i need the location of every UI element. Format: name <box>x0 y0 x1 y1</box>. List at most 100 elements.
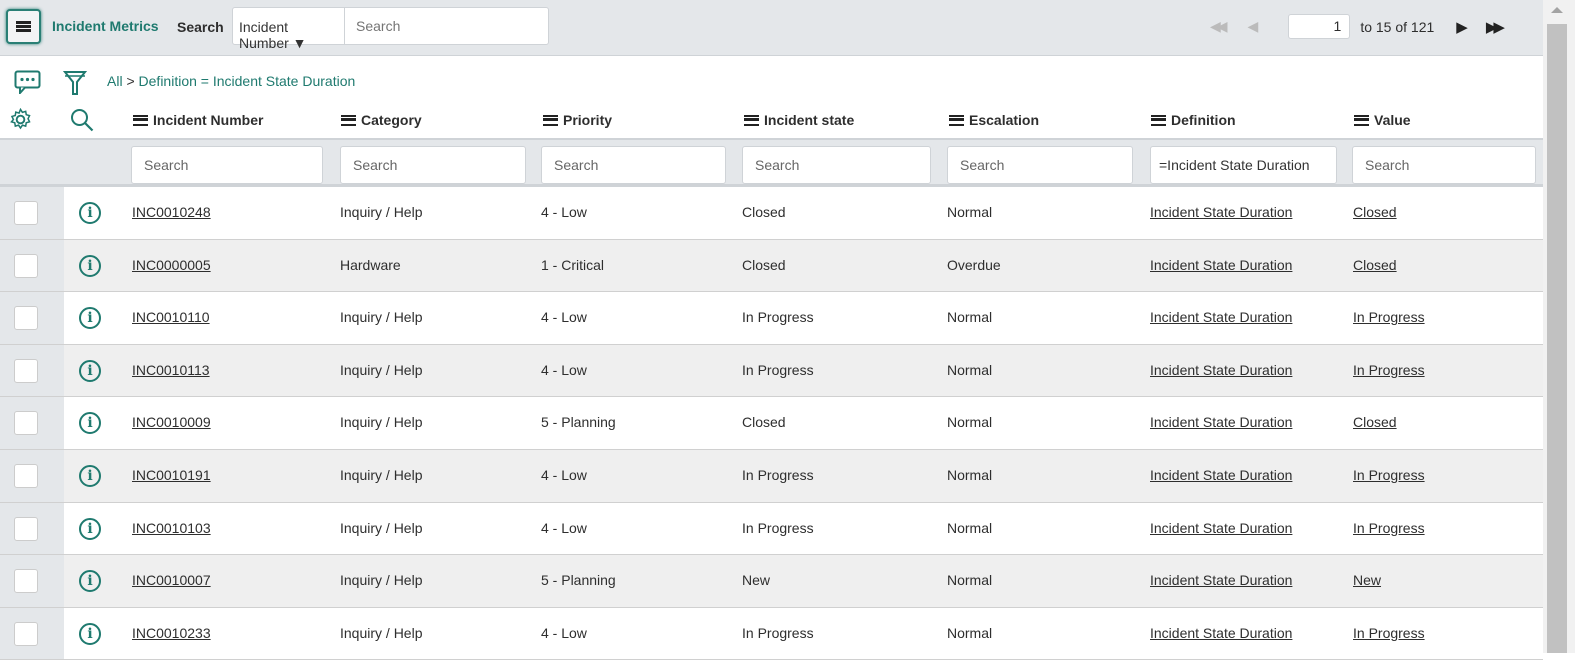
cell-value[interactable]: In Progress <box>1353 467 1425 483</box>
scroll-up-icon[interactable] <box>1551 7 1563 13</box>
cell-incident-number[interactable]: INC0010110 <box>132 309 210 325</box>
search-input[interactable] <box>345 8 548 44</box>
row-checkbox[interactable] <box>14 201 38 225</box>
cell-escalation: Normal <box>947 361 993 378</box>
info-icon[interactable]: i <box>79 254 101 277</box>
column-menu-icon[interactable] <box>1354 114 1369 126</box>
search-field-select[interactable]: Incident Number ▼ <box>233 8 345 51</box>
cell-priority: 4 - Low <box>541 204 587 220</box>
cell-priority: 4 - Low <box>541 624 587 641</box>
column-menu-icon[interactable] <box>949 114 964 126</box>
cell-category: Inquiry / Help <box>340 624 423 641</box>
scrollbar-thumb[interactable] <box>1547 24 1567 653</box>
cell-definition[interactable]: Incident State Duration <box>1150 257 1292 273</box>
breadcrumb-all[interactable]: All <box>107 73 123 89</box>
column-header-incident-number[interactable]: Incident Number <box>133 112 263 128</box>
search-category[interactable] <box>340 146 526 184</box>
row-checkbox[interactable] <box>14 253 38 278</box>
list-title[interactable]: Incident Metrics <box>52 18 159 34</box>
caret-down-icon: ▼ <box>288 35 307 51</box>
column-menu-icon[interactable] <box>543 114 558 126</box>
cell-incident-state: In Progress <box>742 361 814 378</box>
cell-incident-state: Closed <box>742 204 786 220</box>
row-checkbox[interactable] <box>14 306 38 331</box>
column-header-category[interactable]: Category <box>341 112 422 128</box>
activity-stream-icon[interactable] <box>14 70 41 94</box>
search-escalation[interactable] <box>947 146 1133 184</box>
column-header-definition[interactable]: Definition <box>1151 112 1236 128</box>
cell-incident-state: In Progress <box>742 519 814 536</box>
table-row: i INC0010191 Inquiry / Help 4 - Low In Progr… <box>0 449 1543 503</box>
filter-icon[interactable] <box>63 70 87 96</box>
info-icon[interactable]: i <box>79 412 101 435</box>
info-icon[interactable]: i <box>79 202 101 224</box>
info-icon[interactable]: i <box>79 517 101 540</box>
column-header-value[interactable]: Value <box>1354 112 1411 128</box>
info-icon[interactable]: i <box>79 307 101 330</box>
row-checkbox[interactable] <box>14 358 38 383</box>
cell-value[interactable]: In Progress <box>1353 309 1425 325</box>
cell-definition[interactable]: Incident State Duration <box>1150 414 1292 430</box>
list-menu-button[interactable] <box>6 9 41 44</box>
table-row: i INC0010110 Inquiry / Help 4 - Low In Progr… <box>0 292 1543 345</box>
prev-page-button[interactable]: ◀ <box>1248 18 1259 35</box>
column-menu-icon[interactable] <box>1151 114 1166 126</box>
cell-definition[interactable]: Incident State Duration <box>1150 520 1292 536</box>
info-icon[interactable]: i <box>79 464 101 487</box>
cell-incident-number[interactable]: INC0010103 <box>132 520 211 536</box>
cell-value[interactable]: New <box>1353 572 1381 588</box>
cell-incident-state: New <box>742 572 771 589</box>
cell-incident-number[interactable]: INC0010113 <box>132 362 210 378</box>
gear-icon[interactable] <box>9 108 32 131</box>
cell-value[interactable]: Closed <box>1353 257 1397 273</box>
column-menu-icon[interactable] <box>744 114 759 126</box>
info-icon[interactable]: i <box>79 570 101 593</box>
row-checkbox[interactable] <box>14 621 38 646</box>
cell-priority: 1 - Critical <box>541 256 605 273</box>
cell-incident-number[interactable]: INC0000005 <box>132 257 211 273</box>
row-checkbox[interactable] <box>14 463 38 488</box>
search-incident-number[interactable] <box>131 146 323 184</box>
cell-incident-state: In Progress <box>742 466 814 483</box>
cell-definition[interactable]: Incident State Duration <box>1150 467 1292 483</box>
cell-definition[interactable]: Incident State Duration <box>1150 309 1292 325</box>
cell-definition[interactable]: Incident State Duration <box>1150 625 1292 641</box>
info-icon[interactable]: i <box>79 359 101 382</box>
cell-value[interactable]: Closed <box>1353 414 1397 430</box>
cell-value[interactable]: In Progress <box>1353 625 1425 641</box>
search-value[interactable] <box>1352 146 1536 184</box>
breadcrumb-filter[interactable]: Definition = Incident State Duration <box>139 73 356 89</box>
cell-incident-number[interactable]: INC0010009 <box>132 414 211 430</box>
column-label: Incident state <box>764 112 855 128</box>
column-header-priority[interactable]: Priority <box>543 112 612 128</box>
search-definition[interactable] <box>1150 146 1337 184</box>
last-page-button[interactable]: ▶▶ <box>1486 18 1505 36</box>
page-input[interactable]: 1 <box>1288 14 1351 39</box>
cell-definition[interactable]: Incident State Duration <box>1150 362 1292 378</box>
cell-incident-number[interactable]: INC0010191 <box>132 467 211 483</box>
column-header-escalation[interactable]: Escalation <box>949 112 1039 128</box>
first-page-button[interactable]: ◀◀ <box>1210 18 1227 35</box>
search-icon[interactable] <box>70 108 94 132</box>
cell-definition[interactable]: Incident State Duration <box>1150 572 1292 588</box>
row-checkbox[interactable] <box>14 516 38 541</box>
search-priority[interactable] <box>541 146 726 184</box>
search-incident-state[interactable] <box>742 146 931 184</box>
column-header-incident-state[interactable]: Incident state <box>744 112 854 128</box>
column-menu-icon[interactable] <box>341 114 356 126</box>
row-checkbox[interactable] <box>14 411 38 436</box>
cell-definition[interactable]: Incident State Duration <box>1150 204 1292 220</box>
column-label: Incident Number <box>153 112 264 128</box>
info-icon[interactable]: i <box>79 622 101 645</box>
cell-incident-number[interactable]: INC0010248 <box>132 204 211 220</box>
search-field-value: Incident Number <box>239 19 289 51</box>
cell-value[interactable]: In Progress <box>1353 520 1425 536</box>
cell-value[interactable]: Closed <box>1353 204 1397 220</box>
column-menu-icon[interactable] <box>133 114 148 126</box>
next-page-button[interactable]: ▶ <box>1456 18 1467 36</box>
checkbox-cell <box>0 397 64 449</box>
cell-incident-number[interactable]: INC0010007 <box>132 572 211 588</box>
cell-incident-number[interactable]: INC0010233 <box>132 625 211 641</box>
row-checkbox[interactable] <box>14 569 38 594</box>
cell-value[interactable]: In Progress <box>1353 362 1425 378</box>
